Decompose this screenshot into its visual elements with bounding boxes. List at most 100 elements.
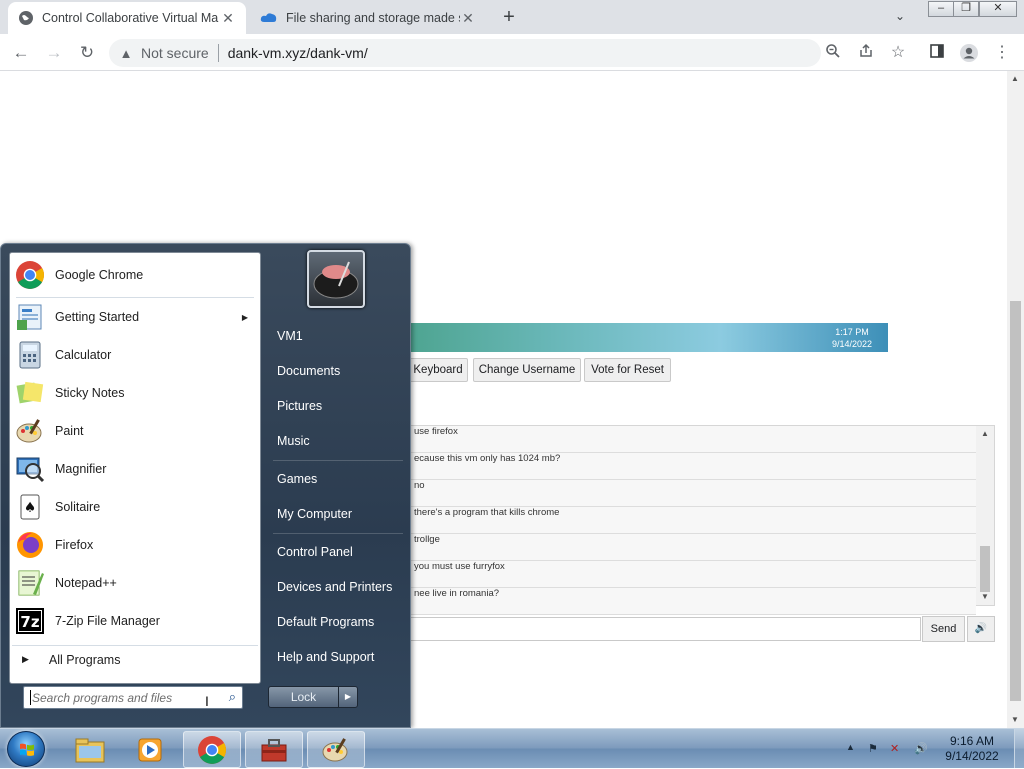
forward-button[interactable]: → [43, 42, 65, 64]
program-notepadpp[interactable]: Notepad++ [12, 565, 258, 601]
start-link-music[interactable]: Music [277, 434, 310, 448]
start-button[interactable] [7, 731, 45, 767]
scroll-thumb[interactable] [1010, 301, 1021, 701]
taskbar: ▲ ⚑ ✕ 🔊 9:16 AM 9/14/2022 [0, 728, 1024, 768]
tab-file-sharing[interactable]: File sharing and storage made sim ✕ [250, 2, 486, 34]
program-label: Sticky Notes [55, 386, 125, 400]
all-programs-item[interactable]: ▶ All Programs [12, 645, 258, 673]
bookmark-star-icon[interactable]: ☆ [888, 43, 908, 63]
new-tab-button[interactable]: + [498, 6, 520, 28]
program-magnifier[interactable]: Magnifier [12, 451, 258, 487]
address-bar[interactable]: ▲ Not secure dank-vm.xyz/dank-vm/ [109, 39, 821, 67]
divider [16, 297, 254, 298]
restore-button[interactable]: ❐ [953, 1, 979, 17]
program-label: Calculator [55, 348, 112, 362]
chat-message: trollge [331, 534, 976, 561]
send-button[interactable]: Send [922, 616, 965, 642]
vm-clock: 1:17 PM 9/14/2022 [832, 326, 872, 350]
start-link-documents[interactable]: Documents [277, 364, 340, 378]
chat-scroll-thumb[interactable] [980, 546, 990, 592]
program-sticky-notes[interactable]: Sticky Notes [12, 375, 258, 411]
zoom-icon[interactable] [823, 43, 843, 63]
keyboard-button[interactable]: Keyboard [408, 358, 468, 382]
start-link-games[interactable]: Games [277, 472, 317, 486]
action-center-icon[interactable]: ⚑ [868, 742, 878, 755]
chat-input[interactable] [330, 617, 921, 641]
profile-avatar-icon[interactable] [959, 43, 979, 63]
reload-button[interactable]: ↻ [76, 42, 98, 64]
program-label: Getting Started [55, 310, 140, 324]
program-calculator[interactable]: Calculator [12, 337, 258, 373]
start-link-help-support[interactable]: Help and Support [277, 650, 374, 664]
program-firefox[interactable]: Firefox [12, 527, 258, 563]
program-label: Paint [55, 424, 84, 438]
chat-log[interactable]: use firefox ecause this vm only has 1024… [330, 425, 995, 615]
menu-kebab-icon[interactable]: ⋮ [992, 43, 1012, 63]
magnifier-icon [16, 457, 45, 483]
chrome-icon [16, 261, 44, 289]
chat-scroll-up-icon[interactable]: ▲ [981, 429, 989, 438]
clock-time: 9:16 AM [949, 734, 995, 748]
calculator-icon [19, 341, 41, 369]
warning-icon: ▲ [119, 45, 133, 61]
tab-control-collaborative[interactable]: Control Collaborative Virtual Ma ✕ [8, 2, 246, 34]
start-link-devices-printers[interactable]: Devices and Printers [277, 580, 392, 594]
taskbar-clock[interactable]: 9:16 AM 9/14/2022 [941, 734, 1003, 764]
tab-title: File sharing and storage made sim [286, 11, 460, 25]
system-tray: ▲ ⚑ ✕ 🔊 9:16 AM 9/14/2022 [840, 729, 1024, 769]
program-solitaire[interactable]: ♠ Solitaire [12, 489, 258, 525]
taskbar-toolbox-button[interactable] [245, 731, 303, 768]
program-google-chrome[interactable]: Google Chrome [12, 257, 258, 293]
vm-screen-strip[interactable]: 1:17 PM 9/14/2022 [330, 323, 888, 352]
change-username-button[interactable]: Change Username [473, 358, 581, 382]
scroll-down-arrow-icon[interactable]: ▼ [1011, 715, 1019, 724]
page-scrollbar[interactable]: ▲ ▼ [1007, 71, 1024, 728]
vote-for-reset-button[interactable]: Vote for Reset [584, 358, 671, 382]
close-tab-icon[interactable]: ✕ [460, 10, 476, 27]
program-label: Magnifier [55, 462, 107, 476]
share-icon[interactable] [856, 43, 876, 63]
start-search-input[interactable]: Search programs and files ⌕ [23, 686, 243, 709]
browser-toolbar: ← → ↻ ▲ Not secure dank-vm.xyz/dank-vm/ … [0, 34, 1024, 71]
program-getting-started[interactable]: Getting Started ▶ [12, 299, 258, 335]
paint-icon [322, 737, 348, 761]
start-menu: Google Chrome Getting Started ▶ Calculat… [0, 243, 411, 728]
lock-button[interactable]: Lock [268, 686, 339, 708]
back-button[interactable]: ← [10, 42, 32, 64]
start-link-my-computer[interactable]: My Computer [277, 507, 352, 521]
close-tab-icon[interactable]: ✕ [220, 10, 236, 27]
start-menu-programs-pane: Google Chrome Getting Started ▶ Calculat… [9, 252, 261, 684]
cloud-icon [260, 13, 277, 22]
taskbar-media-player-button[interactable] [121, 731, 179, 768]
speaker-icon[interactable]: 🔊 [967, 616, 995, 642]
start-link-control-panel[interactable]: Control Panel [277, 545, 353, 559]
taskbar-chrome-button[interactable] [183, 731, 241, 768]
chat-scroll-down-icon[interactable]: ▼ [981, 592, 989, 601]
program-7zip[interactable]: 7z 7-Zip File Manager [12, 603, 258, 639]
tab-search-chevron-icon[interactable]: ⌄ [895, 9, 905, 23]
network-error-icon[interactable]: ✕ [890, 742, 899, 755]
start-link-default-programs[interactable]: Default Programs [277, 615, 374, 629]
show-desktop-button[interactable] [1014, 729, 1024, 768]
taskbar-paint-button[interactable] [307, 731, 365, 768]
show-hidden-icons-icon[interactable]: ▲ [846, 742, 855, 752]
search-icon[interactable]: ⌕ [229, 689, 236, 705]
side-panel-icon[interactable] [927, 43, 947, 63]
start-link-pictures[interactable]: Pictures [277, 399, 322, 413]
taskbar-explorer-button[interactable] [61, 731, 119, 768]
volume-icon[interactable]: 🔊 [914, 742, 928, 755]
start-link-user[interactable]: VM1 [277, 329, 303, 343]
chat-message: no [331, 480, 976, 507]
minimize-button[interactable]: – [928, 1, 954, 17]
vm-clock-date: 9/14/2022 [831, 339, 872, 349]
tab-title: Control Collaborative Virtual Ma [42, 11, 219, 25]
program-paint[interactable]: Paint [12, 413, 258, 449]
toolbox-icon [261, 738, 287, 761]
chat-scrollbar[interactable]: ▲ ▼ [976, 426, 994, 605]
all-programs-label: All Programs [48, 652, 121, 667]
scroll-up-arrow-icon[interactable]: ▲ [1011, 74, 1019, 83]
lock-options-arrow-icon[interactable]: ▶ [338, 686, 358, 708]
close-window-button[interactable]: ✕ [979, 1, 1017, 17]
submenu-arrow-icon: ▶ [241, 312, 248, 322]
search-placeholder: Search programs and files [32, 691, 173, 705]
